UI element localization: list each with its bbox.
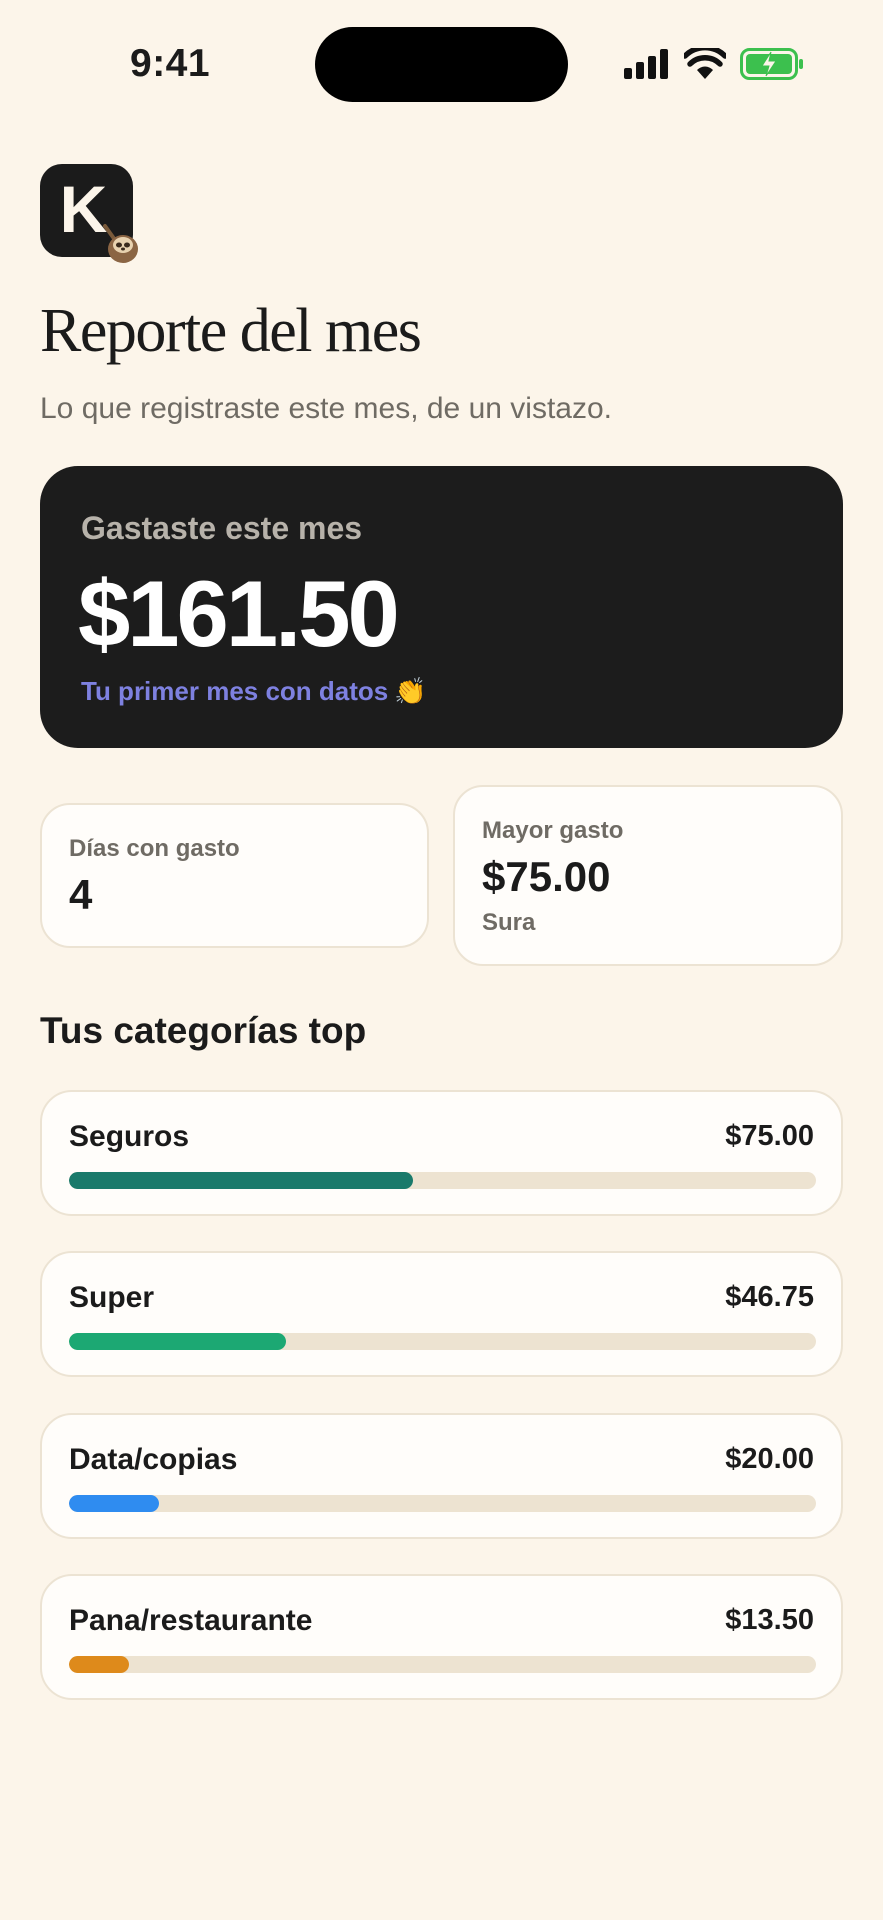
status-icons <box>624 46 804 82</box>
category-card[interactable]: Data/copias $20.00 <box>40 1413 843 1539</box>
monthly-spend-card: Gastaste este mes $161.50 Tu primer mes … <box>40 466 843 748</box>
days-with-spend-value: 4 <box>69 871 93 918</box>
logo-letter: K <box>59 171 108 246</box>
monthly-spend-amount: $161.50 <box>78 561 400 666</box>
page-title: Reporte del mes <box>40 297 422 365</box>
clapping-hands-icon: 👏 <box>394 676 427 706</box>
category-amount: $13.50 <box>725 1604 814 1636</box>
largest-expense-value: $75.00 <box>482 853 611 900</box>
screen: 9:41 K Reporte del mes Lo que registrast… <box>0 0 883 1920</box>
battery-charging-icon <box>740 48 803 80</box>
category-card[interactable]: Super $46.75 <box>40 1251 843 1377</box>
category-name: Pana/restaurante <box>69 1604 313 1637</box>
category-progress-track <box>69 1333 816 1350</box>
days-with-spend-label: Días con gasto <box>69 835 240 862</box>
category-progress-track <box>69 1495 816 1512</box>
largest-expense-card: Mayor gasto $75.00 Sura <box>453 785 843 966</box>
note-text: Tu primer mes con datos <box>81 676 389 706</box>
category-progress-track <box>69 1656 816 1673</box>
monthly-spend-note: Tu primer mes con datos 👏 <box>81 676 427 707</box>
category-progress-fill <box>69 1656 129 1673</box>
signal-icon <box>624 49 668 79</box>
category-progress-fill <box>69 1495 159 1512</box>
category-amount: $75.00 <box>725 1120 814 1152</box>
largest-expense-merchant: Sura <box>482 909 536 936</box>
category-name: Super <box>69 1281 155 1314</box>
category-card[interactable]: Pana/restaurante $13.50 <box>40 1574 843 1700</box>
category-progress-fill <box>69 1172 413 1189</box>
category-progress-track <box>69 1172 816 1189</box>
category-amount: $46.75 <box>725 1281 814 1313</box>
page-subtitle: Lo que registraste este mes, de un vista… <box>40 392 612 425</box>
status-time: 9:41 <box>130 42 211 85</box>
days-with-spend-card: Días con gasto 4 <box>40 803 429 948</box>
category-amount: $20.00 <box>725 1443 814 1475</box>
wifi-icon <box>684 48 726 79</box>
dynamic-island <box>315 27 568 102</box>
category-name: Data/copias <box>69 1443 238 1476</box>
category-card[interactable]: Seguros $75.00 <box>40 1090 843 1216</box>
category-progress-fill <box>69 1333 286 1350</box>
largest-expense-label: Mayor gasto <box>482 817 624 844</box>
sloth-icon <box>103 224 138 263</box>
top-categories-title: Tus categorías top <box>40 1010 367 1051</box>
monthly-spend-label: Gastaste este mes <box>81 510 363 546</box>
category-name: Seguros <box>69 1120 190 1153</box>
